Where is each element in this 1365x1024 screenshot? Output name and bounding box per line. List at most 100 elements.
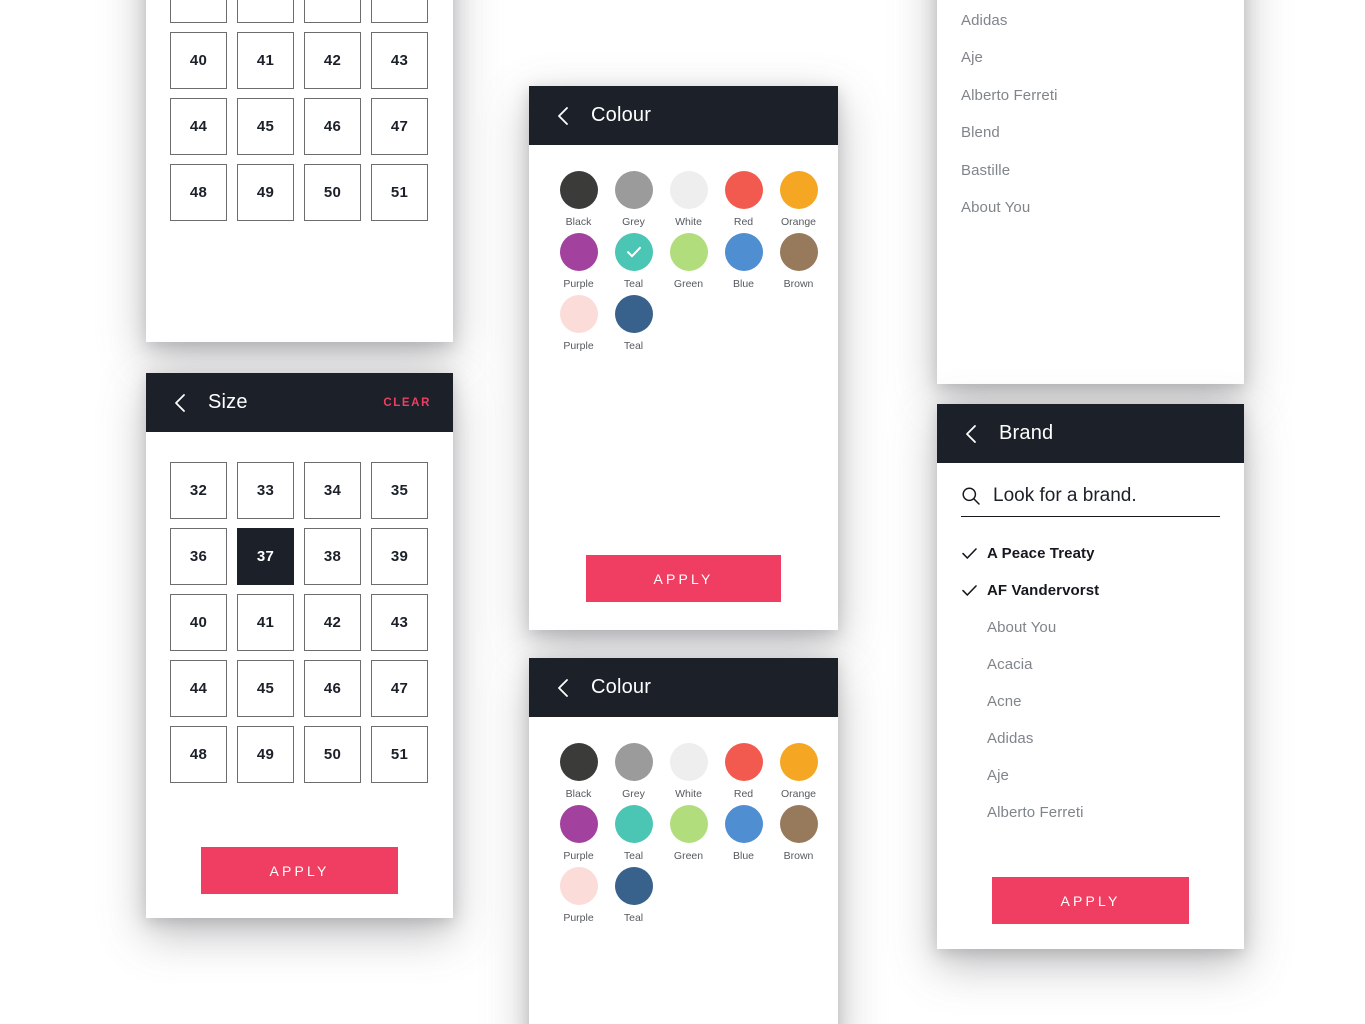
size-cell[interactable]: 47 [371, 660, 428, 717]
colour-swatch[interactable]: Grey [606, 171, 661, 229]
colour-swatch[interactable]: Teal [606, 233, 661, 291]
colour-dot[interactable] [559, 743, 598, 781]
colour-swatch[interactable]: Red [716, 171, 771, 229]
brand-list-item[interactable]: Alberto Ferreti [961, 77, 1220, 115]
size-cell[interactable]: 41 [237, 32, 294, 89]
colour-dot[interactable] [779, 233, 818, 272]
size-cell[interactable]: 36 [170, 0, 227, 23]
colour-swatch[interactable]: Black [551, 743, 606, 801]
colour-dot[interactable] [779, 805, 818, 844]
brand-list-item[interactable]: Alberto Ferreti [961, 794, 1220, 831]
colour-dot[interactable] [724, 805, 763, 844]
colour-dot[interactable] [669, 171, 708, 209]
size-cell[interactable]: 43 [371, 32, 428, 89]
colour-swatch[interactable]: Grey [606, 743, 661, 801]
size-cell[interactable]: 50 [304, 164, 361, 221]
size-cell[interactable]: 35 [371, 462, 428, 519]
colour-dot[interactable] [614, 233, 653, 272]
back-icon[interactable] [959, 423, 981, 445]
size-cell[interactable]: 37 [237, 0, 294, 23]
colour-dot[interactable] [614, 171, 653, 209]
colour-swatch[interactable]: Orange [771, 171, 826, 229]
colour-dot[interactable] [779, 171, 818, 209]
brand-list-item[interactable]: Acne [961, 683, 1220, 720]
size-cell[interactable]: 41 [237, 594, 294, 651]
apply-button[interactable]: APPLY [201, 847, 398, 894]
colour-swatch[interactable]: Teal [606, 295, 661, 353]
colour-swatch[interactable]: Teal [606, 805, 661, 863]
brand-search-input[interactable] [993, 485, 1220, 507]
colour-swatch[interactable]: Brown [771, 805, 826, 863]
size-cell[interactable]: 45 [237, 98, 294, 155]
size-cell[interactable]: 34 [304, 462, 361, 519]
colour-dot[interactable] [614, 295, 653, 334]
colour-swatch[interactable]: Black [551, 171, 606, 229]
size-cell[interactable]: 44 [170, 660, 227, 717]
colour-swatch[interactable]: Blue [716, 233, 771, 291]
size-cell[interactable]: 49 [237, 164, 294, 221]
size-cell[interactable]: 32 [170, 462, 227, 519]
colour-swatch[interactable]: Green [661, 233, 716, 291]
colour-dot[interactable] [669, 743, 708, 781]
colour-dot[interactable] [559, 295, 598, 334]
colour-dot[interactable] [614, 867, 653, 906]
size-cell[interactable]: 38 [304, 528, 361, 585]
size-cell[interactable]: 46 [304, 98, 361, 155]
colour-swatch[interactable]: Brown [771, 233, 826, 291]
colour-dot[interactable] [669, 233, 708, 272]
brand-list-item[interactable]: Adidas [961, 720, 1220, 757]
back-icon[interactable] [551, 105, 573, 127]
size-cell[interactable]: 37 [237, 528, 294, 585]
size-cell[interactable]: 39 [371, 0, 428, 23]
colour-dot[interactable] [559, 233, 598, 272]
size-cell[interactable]: 44 [170, 98, 227, 155]
size-cell[interactable]: 42 [304, 32, 361, 89]
size-cell[interactable]: 46 [304, 660, 361, 717]
size-cell[interactable]: 51 [371, 726, 428, 783]
size-cell[interactable]: 40 [170, 32, 227, 89]
apply-button[interactable]: APPLY [992, 877, 1189, 924]
colour-swatch[interactable]: Purple [551, 233, 606, 291]
apply-button[interactable]: APPLY [586, 555, 781, 602]
colour-swatch[interactable]: Red [716, 743, 771, 801]
colour-swatch[interactable]: Purple [551, 295, 606, 353]
brand-list-item[interactable]: About You [961, 609, 1220, 646]
colour-swatch[interactable]: Orange [771, 743, 826, 801]
size-cell[interactable]: 36 [170, 528, 227, 585]
colour-dot[interactable] [779, 743, 818, 781]
colour-swatch[interactable]: Green [661, 805, 716, 863]
colour-dot[interactable] [614, 805, 653, 844]
brand-list-item[interactable]: About You [961, 189, 1220, 227]
brand-list-item[interactable]: Bastille [961, 152, 1220, 190]
colour-dot[interactable] [559, 171, 598, 209]
back-icon[interactable] [168, 392, 190, 414]
colour-swatch[interactable]: Purple [551, 867, 606, 925]
colour-swatch[interactable]: White [661, 743, 716, 801]
colour-dot[interactable] [559, 867, 598, 906]
size-cell[interactable]: 42 [304, 594, 361, 651]
brand-list-item[interactable]: Blend [961, 114, 1220, 152]
size-cell[interactable]: 50 [304, 726, 361, 783]
colour-dot[interactable] [724, 233, 763, 272]
size-cell[interactable]: 47 [371, 98, 428, 155]
clear-button[interactable]: CLEAR [383, 397, 431, 409]
size-cell[interactable]: 40 [170, 594, 227, 651]
colour-swatch[interactable]: White [661, 171, 716, 229]
brand-list-item[interactable]: Aje [961, 757, 1220, 794]
size-cell[interactable]: 48 [170, 164, 227, 221]
colour-dot[interactable] [724, 743, 763, 781]
size-cell[interactable]: 51 [371, 164, 428, 221]
colour-swatch[interactable]: Blue [716, 805, 771, 863]
brand-list-item[interactable]: A Peace Treaty [961, 535, 1220, 572]
size-cell[interactable]: 33 [237, 462, 294, 519]
brand-search-row[interactable] [961, 485, 1220, 517]
colour-dot[interactable] [559, 805, 598, 844]
colour-swatch[interactable]: Purple [551, 805, 606, 863]
brand-list-item[interactable]: Acacia [961, 646, 1220, 683]
size-cell[interactable]: 39 [371, 528, 428, 585]
back-icon[interactable] [551, 677, 573, 699]
size-cell[interactable]: 48 [170, 726, 227, 783]
size-cell[interactable]: 45 [237, 660, 294, 717]
colour-dot[interactable] [724, 171, 763, 209]
brand-list-item[interactable]: Adidas [961, 2, 1220, 40]
